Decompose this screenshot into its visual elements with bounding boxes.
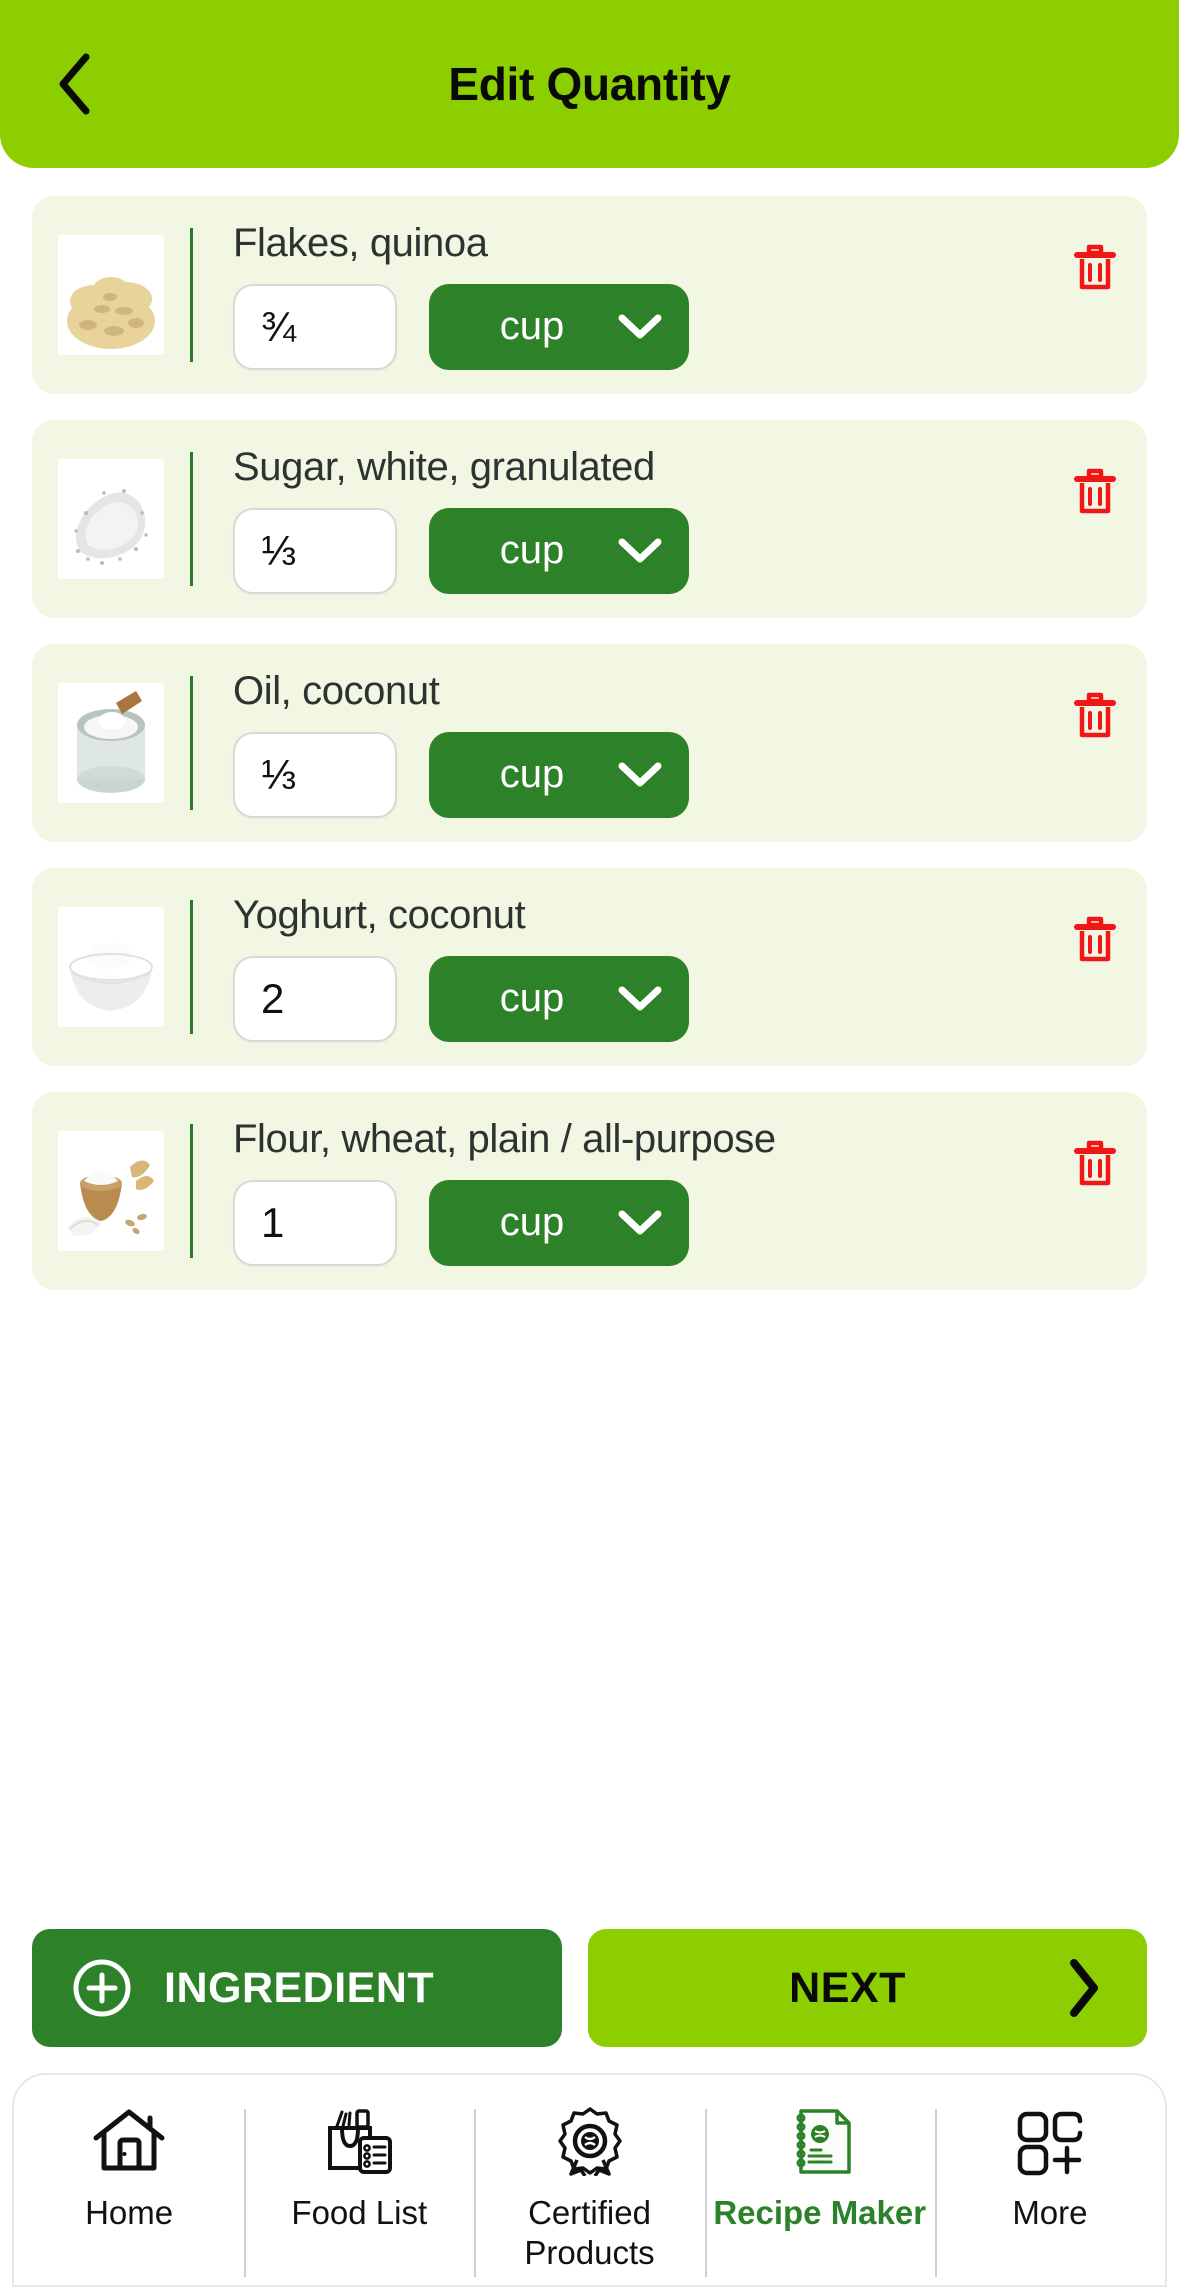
chevron-down-icon — [617, 313, 663, 341]
grid-plus-icon — [1011, 2105, 1089, 2177]
action-bar: INGREDIENT NEXT — [0, 1907, 1179, 2047]
nav-item-recipe-maker[interactable]: Recipe Maker — [704, 2105, 935, 2278]
quantity-controls: ¾ cup — [233, 283, 1125, 370]
quantity-value: 1 — [261, 1198, 285, 1246]
nav-label: Food List — [291, 2194, 428, 2231]
ingredient-details: Flour, wheat, plain / all-purpose 1 cup — [193, 1117, 1125, 1266]
quinoa-flakes-thumbnail — [58, 235, 164, 355]
nav-item-more[interactable]: More — [934, 2105, 1165, 2278]
unit-dropdown[interactable]: cup — [429, 731, 689, 818]
trash-icon — [1071, 688, 1119, 742]
delete-ingredient-button[interactable] — [1071, 688, 1119, 742]
chevron-down-icon — [617, 1209, 663, 1237]
unit-label: cup — [499, 1200, 565, 1244]
unit-dropdown[interactable]: cup — [429, 507, 689, 594]
add-ingredient-label: INGREDIENT — [164, 1963, 435, 2012]
nav-item-food-list[interactable]: Food List — [244, 2105, 474, 2278]
ingredient-list: Flakes, quinoa ¾ cup Sugar, white, granu… — [0, 168, 1179, 1907]
bottom-navigation: Home Food List Certified Products Recipe… — [12, 2073, 1167, 2287]
page-title: Edit Quantity — [448, 58, 731, 110]
delete-ingredient-button[interactable] — [1071, 240, 1119, 294]
ingredient-row: Flour, wheat, plain / all-purpose 1 cup — [32, 1092, 1147, 1290]
chevron-right-icon — [1063, 1956, 1103, 2020]
delete-ingredient-button[interactable] — [1071, 912, 1119, 966]
plus-circle-icon — [72, 1958, 132, 2018]
ingredient-name: Sugar, white, granulated — [233, 444, 655, 489]
delete-ingredient-button[interactable] — [1071, 1136, 1119, 1190]
quantity-value: ⅓ — [261, 526, 297, 574]
coconut-yoghurt-bowl-thumbnail — [58, 907, 164, 1027]
quantity-value: 2 — [261, 974, 285, 1022]
ingredient-details: Oil, coconut ⅓ cup — [193, 669, 1125, 818]
chevron-down-icon — [617, 985, 663, 1013]
ingredient-name: Yoghurt, coconut — [233, 892, 526, 937]
chevron-down-icon — [617, 761, 663, 789]
ingredient-row: Yoghurt, coconut 2 cup — [32, 868, 1147, 1066]
quantity-controls: 1 cup — [233, 1179, 1125, 1266]
add-ingredient-button[interactable]: INGREDIENT — [32, 1929, 562, 2047]
wheat-flour-bowl-thumbnail — [58, 1131, 164, 1251]
quantity-input[interactable]: ⅓ — [233, 731, 397, 818]
certified-badge-icon — [551, 2105, 629, 2177]
unit-label: cup — [499, 752, 565, 796]
recipe-notepad-icon — [781, 2105, 859, 2177]
granulated-sugar-thumbnail — [58, 459, 164, 579]
home-icon — [90, 2105, 168, 2177]
unit-dropdown[interactable]: cup — [429, 283, 689, 370]
grocery-bag-list-icon — [320, 2105, 398, 2177]
app-screen: Edit Quantity Flakes, quinoa ¾ cup Sugar… — [0, 0, 1179, 2287]
unit-dropdown[interactable]: cup — [429, 955, 689, 1042]
ingredient-name: Flakes, quinoa — [233, 220, 488, 265]
next-label: NEXT — [789, 1963, 906, 2012]
delete-ingredient-button[interactable] — [1071, 464, 1119, 518]
quantity-input[interactable]: 1 — [233, 1179, 397, 1266]
quantity-controls: ⅓ cup — [233, 507, 1125, 594]
ingredient-row: Sugar, white, granulated ⅓ cup — [32, 420, 1147, 618]
quantity-input[interactable]: 2 — [233, 955, 397, 1042]
nav-item-certified-products[interactable]: Certified Products — [474, 2105, 704, 2277]
trash-icon — [1071, 912, 1119, 966]
coconut-oil-jar-thumbnail — [58, 683, 164, 803]
quantity-controls: ⅓ cup — [233, 731, 1125, 818]
next-button[interactable]: NEXT — [588, 1929, 1147, 2047]
unit-dropdown[interactable]: cup — [429, 1179, 689, 1266]
nav-label: Certified Products — [524, 2194, 655, 2272]
trash-icon — [1071, 1136, 1119, 1190]
chevron-down-icon — [617, 537, 663, 565]
unit-label: cup — [499, 304, 565, 348]
ingredient-name: Oil, coconut — [233, 668, 440, 713]
ingredient-details: Yoghurt, coconut 2 cup — [193, 893, 1125, 1042]
nav-item-home[interactable]: Home — [14, 2105, 244, 2233]
nav-label: Home — [85, 2194, 174, 2231]
nav-label: More — [1012, 2194, 1088, 2231]
quantity-input[interactable]: ¾ — [233, 283, 397, 370]
trash-icon — [1071, 240, 1119, 294]
ingredient-row: Oil, coconut ⅓ cup — [32, 644, 1147, 842]
nav-label: Recipe Maker — [713, 2194, 927, 2231]
ingredient-row: Flakes, quinoa ¾ cup — [32, 196, 1147, 394]
quantity-value: ¾ — [261, 302, 297, 350]
quantity-controls: 2 cup — [233, 955, 1125, 1042]
unit-label: cup — [499, 976, 565, 1020]
trash-icon — [1071, 464, 1119, 518]
ingredient-details: Flakes, quinoa ¾ cup — [193, 221, 1125, 370]
app-header: Edit Quantity — [0, 0, 1179, 168]
ingredient-name: Flour, wheat, plain / all-purpose — [233, 1116, 776, 1161]
quantity-value: ⅓ — [261, 750, 297, 798]
back-button[interactable] — [40, 49, 110, 119]
ingredient-details: Sugar, white, granulated ⅓ cup — [193, 445, 1125, 594]
unit-label: cup — [499, 528, 565, 572]
chevron-left-icon — [53, 51, 97, 117]
quantity-input[interactable]: ⅓ — [233, 507, 397, 594]
